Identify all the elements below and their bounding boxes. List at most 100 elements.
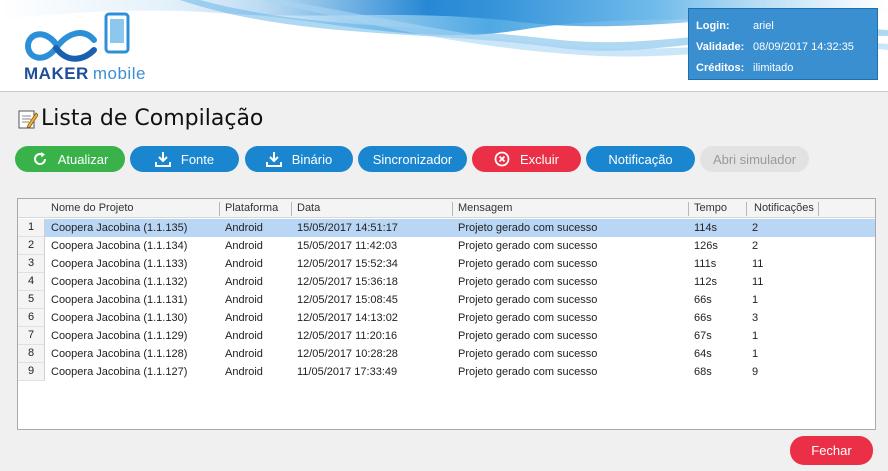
column-separator bbox=[291, 202, 292, 216]
table-row[interactable]: 7 Coopera Jacobina (1.1.129) Android 12/… bbox=[18, 327, 875, 345]
download-icon bbox=[265, 152, 282, 167]
notificacao-button[interactable]: Notificação bbox=[586, 146, 695, 172]
table-row[interactable]: 2 Coopera Jacobina (1.1.134) Android 15/… bbox=[18, 237, 875, 255]
excluir-button[interactable]: Excluir bbox=[472, 146, 581, 172]
cell-mensagem: Projeto gerado com sucesso bbox=[458, 348, 598, 360]
cell-notificacoes: 1 bbox=[752, 348, 759, 360]
cell-data: 12/05/2017 15:08:45 bbox=[297, 294, 398, 306]
cell-notificacoes: 1 bbox=[752, 330, 759, 342]
page-title: Lista de Compilação bbox=[18, 106, 263, 131]
creditos-label: Créditos: bbox=[696, 61, 745, 74]
cell-nome: Coopera Jacobina (1.1.134) bbox=[51, 240, 188, 252]
abri-simulador-label: Abri simulador bbox=[712, 151, 797, 167]
column-header-notificacoes[interactable]: Notificações bbox=[754, 202, 814, 214]
cell-notificacoes: 3 bbox=[752, 312, 759, 324]
cell-nome: Coopera Jacobina (1.1.135) bbox=[51, 222, 188, 234]
table-header: Nome do Projeto Plataforma Data Mensagem… bbox=[18, 199, 875, 218]
cell-tempo: 66s bbox=[694, 294, 712, 306]
cell-plataforma: Android bbox=[225, 366, 263, 378]
cell-plataforma: Android bbox=[225, 258, 263, 270]
cell-plataforma: Android bbox=[225, 222, 263, 234]
cell-notificacoes: 11 bbox=[752, 276, 764, 288]
compilation-table: Nome do Projeto Plataforma Data Mensagem… bbox=[17, 198, 876, 430]
cell-tempo: 68s bbox=[694, 366, 712, 378]
table-row[interactable]: 6 Coopera Jacobina (1.1.130) Android 12/… bbox=[18, 309, 875, 327]
cell-nome: Coopera Jacobina (1.1.132) bbox=[51, 276, 188, 288]
cell-data: 12/05/2017 14:13:02 bbox=[297, 312, 398, 324]
row-number: 4 bbox=[18, 273, 45, 291]
sincronizador-label: Sincronizador bbox=[372, 151, 453, 167]
column-header-tempo[interactable]: Tempo bbox=[694, 202, 727, 214]
column-separator bbox=[688, 202, 689, 216]
cell-data: 12/05/2017 15:36:18 bbox=[297, 276, 398, 288]
table-body: 1 Coopera Jacobina (1.1.135) Android 15/… bbox=[18, 219, 875, 381]
cell-mensagem: Projeto gerado com sucesso bbox=[458, 294, 598, 306]
cell-notificacoes: 11 bbox=[752, 258, 764, 270]
sincronizador-button[interactable]: Sincronizador bbox=[358, 146, 467, 172]
cell-plataforma: Android bbox=[225, 348, 263, 360]
table-row[interactable]: 1 Coopera Jacobina (1.1.135) Android 15/… bbox=[18, 219, 875, 237]
fonte-label: Fonte bbox=[180, 151, 215, 167]
cell-nome: Coopera Jacobina (1.1.131) bbox=[51, 294, 188, 306]
close-circle-icon bbox=[494, 151, 510, 167]
cell-nome: Coopera Jacobina (1.1.128) bbox=[51, 348, 188, 360]
table-row[interactable]: 9 Coopera Jacobina (1.1.127) Android 11/… bbox=[18, 363, 875, 381]
column-header-mensagem[interactable]: Mensagem bbox=[458, 202, 512, 214]
column-separator bbox=[219, 202, 220, 216]
column-header-plataforma[interactable]: Plataforma bbox=[225, 202, 278, 214]
login-value: ariel bbox=[753, 19, 774, 32]
cell-mensagem: Projeto gerado com sucesso bbox=[458, 366, 598, 378]
excluir-label: Excluir bbox=[519, 151, 559, 167]
cell-mensagem: Projeto gerado com sucesso bbox=[458, 330, 598, 342]
refresh-icon bbox=[33, 152, 46, 165]
logo-maker-text: MAKER bbox=[24, 64, 89, 83]
row-number: 8 bbox=[18, 345, 45, 363]
cell-notificacoes: 1 bbox=[752, 294, 759, 306]
cell-data: 12/05/2017 11:20:16 bbox=[297, 330, 398, 342]
binario-button[interactable]: Binário bbox=[245, 146, 353, 172]
account-info-box: Login: ariel Validade: 08/09/2017 14:32:… bbox=[688, 8, 878, 80]
cell-data: 15/05/2017 11:42:03 bbox=[297, 240, 398, 252]
cell-tempo: 112s bbox=[694, 276, 718, 288]
table-row[interactable]: 8 Coopera Jacobina (1.1.128) Android 12/… bbox=[18, 345, 875, 363]
cell-mensagem: Projeto gerado com sucesso bbox=[458, 222, 598, 234]
row-number: 2 bbox=[18, 237, 45, 255]
header-banner: MAKER mobile Login: ariel Validade: 08/09… bbox=[0, 0, 888, 92]
cell-data: 12/05/2017 10:28:28 bbox=[297, 348, 398, 360]
table-row[interactable]: 5 Coopera Jacobina (1.1.131) Android 12/… bbox=[18, 291, 875, 309]
cell-notificacoes: 9 bbox=[752, 366, 759, 378]
column-header-nome[interactable]: Nome do Projeto bbox=[51, 202, 134, 214]
cell-plataforma: Android bbox=[225, 276, 263, 288]
cell-data: 12/05/2017 15:52:34 bbox=[297, 258, 398, 270]
info-row-creditos: Créditos: ilimitado bbox=[696, 57, 877, 78]
abri-simulador-button[interactable]: Abri simulador bbox=[700, 146, 809, 172]
cell-mensagem: Projeto gerado com sucesso bbox=[458, 312, 598, 324]
cell-data: 15/05/2017 14:51:17 bbox=[297, 222, 398, 234]
creditos-value: ilimitado bbox=[753, 61, 794, 74]
validade-label: Validade: bbox=[696, 40, 745, 53]
column-header-data[interactable]: Data bbox=[297, 202, 320, 214]
table-row[interactable]: 4 Coopera Jacobina (1.1.132) Android 12/… bbox=[18, 273, 875, 291]
fechar-button[interactable]: Fechar bbox=[790, 436, 873, 465]
binario-label: Binário bbox=[291, 151, 333, 167]
row-number: 7 bbox=[18, 327, 45, 345]
cell-tempo: 111s bbox=[694, 258, 717, 270]
cell-tempo: 66s bbox=[694, 312, 712, 324]
cell-tempo: 114s bbox=[694, 222, 718, 234]
atualizar-button[interactable]: Atualizar bbox=[15, 146, 125, 172]
fonte-button[interactable]: Fonte bbox=[130, 146, 239, 172]
cell-plataforma: Android bbox=[225, 294, 263, 306]
row-number: 9 bbox=[18, 363, 45, 381]
cell-notificacoes: 2 bbox=[752, 240, 759, 252]
cell-plataforma: Android bbox=[225, 240, 263, 252]
row-number: 3 bbox=[18, 255, 45, 273]
row-number: 5 bbox=[18, 291, 45, 309]
notificacao-label: Notificação bbox=[608, 151, 673, 167]
fechar-label: Fechar bbox=[811, 443, 852, 458]
cell-tempo: 64s bbox=[694, 348, 712, 360]
table-row[interactable]: 3 Coopera Jacobina (1.1.133) Android 12/… bbox=[18, 255, 875, 273]
info-row-login: Login: ariel bbox=[696, 15, 877, 36]
cell-nome: Coopera Jacobina (1.1.127) bbox=[51, 366, 188, 378]
page-title-text: Lista de Compilação bbox=[41, 106, 264, 131]
column-separator bbox=[746, 202, 747, 216]
